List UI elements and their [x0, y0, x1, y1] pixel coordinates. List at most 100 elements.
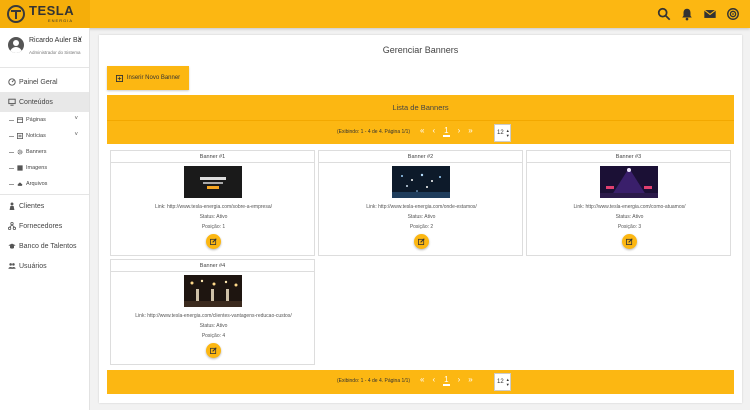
- last-page-button[interactable]: »: [468, 375, 472, 386]
- bell-icon[interactable]: [680, 7, 694, 21]
- first-page-button[interactable]: «: [420, 375, 424, 386]
- per-page-value: 12: [497, 130, 504, 136]
- sidebar-item-talentos[interactable]: Banco de Talentos: [0, 236, 89, 256]
- banner-thumbnail[interactable]: [184, 166, 242, 198]
- main-card: Gerenciar Banners Inserir Novo Banner Li…: [99, 35, 742, 403]
- chevron-down-icon: ˅: [74, 132, 78, 138]
- image-icon: [17, 165, 23, 171]
- sidebar-subitem-label: Arquivos: [26, 181, 48, 187]
- edit-banner-button[interactable]: [206, 343, 221, 358]
- next-page-button[interactable]: ›: [458, 126, 461, 137]
- next-page-button[interactable]: ›: [458, 375, 461, 386]
- sidebar-item-clientes[interactable]: Clientes: [0, 196, 89, 216]
- sidebar-subitem-label: Notícias: [26, 133, 46, 139]
- banner-status: Status: Ativo: [615, 214, 644, 220]
- banner-card: Banner #4 Link: http://www.tesla-energia…: [110, 259, 315, 365]
- prev-page-button[interactable]: ‹: [432, 375, 435, 386]
- sidebar-subitem-arquivos[interactable]: Arquivos: [0, 176, 89, 192]
- banner-card: Banner #2 Link: http://www.tesla-energia…: [318, 150, 523, 256]
- sidebar-item-label: Clientes: [19, 202, 45, 210]
- banner-thumbnail[interactable]: [184, 275, 242, 307]
- prev-page-button[interactable]: ‹: [432, 126, 435, 137]
- sidebar-item-usuarios[interactable]: Usuários: [0, 256, 89, 276]
- edit-banner-button[interactable]: [206, 234, 221, 249]
- user-name: Ricardo Auler Ba: [29, 37, 82, 44]
- mail-icon[interactable]: [703, 7, 717, 21]
- news-icon: [17, 133, 23, 139]
- banner-link: Link: http://www.tesla-energia.com/clien…: [135, 313, 292, 319]
- sidebar-item-fornecedores[interactable]: Fornecedores: [0, 216, 89, 236]
- banner-status: Status: Ativo: [199, 214, 228, 220]
- banner-link: Link: http://www.tesla-energia.com/onde-…: [366, 204, 477, 210]
- banner-thumbnail[interactable]: [600, 166, 658, 198]
- insert-banner-button[interactable]: Inserir Novo Banner: [107, 66, 189, 90]
- edit-banner-button[interactable]: [622, 234, 637, 249]
- select-arrow-icon: ▲ ▼: [505, 377, 510, 387]
- banner-link: Link: http://www.tesla-energia.com/sobre…: [155, 204, 272, 210]
- insert-banner-label: Inserir Novo Banner: [126, 75, 181, 81]
- brand-sub: ENERGIA: [48, 18, 74, 23]
- graduation-cap-icon: [8, 243, 16, 249]
- pagination-info: (Exibindo: 1 - 4 de 4. Página 1/1): [337, 378, 411, 384]
- top-bar: TESLA ENERGIA: [0, 0, 750, 28]
- pagination-top: (Exibindo: 1 - 4 de 4. Página 1/1) « ‹ 1…: [107, 120, 734, 144]
- edit-banner-button[interactable]: [414, 234, 429, 249]
- person-icon: [9, 202, 15, 210]
- last-page-button[interactable]: »: [468, 126, 472, 137]
- new-file-icon: [115, 74, 123, 82]
- banner-position: Posição: 1: [201, 224, 226, 230]
- per-page-select[interactable]: 12 ▲ ▼: [494, 373, 511, 391]
- monitor-icon: [8, 98, 16, 106]
- banner-title: Banner #3: [527, 151, 730, 163]
- banner-status: Status: Ativo: [199, 323, 228, 329]
- sidebar-subitem-imagens[interactable]: Imagens: [0, 160, 89, 176]
- select-arrow-icon: ▲ ▼: [505, 128, 510, 138]
- avatar: [8, 37, 24, 53]
- user-role: Administrador do Sistema: [29, 50, 81, 55]
- list-title: Lista de Banners: [107, 95, 734, 120]
- page-title: Gerenciar Banners: [382, 45, 459, 55]
- sidebar-item-label: Usuários: [19, 262, 47, 270]
- sidebar-subitem-paginas[interactable]: Páginas ˅: [0, 112, 89, 128]
- banner-position: Posição: 2: [409, 224, 434, 230]
- banner-card: Banner #1 Link: http://www.tesla-energia…: [110, 150, 315, 256]
- pagination-info: (Exibindo: 1 - 4 de 4. Página 1/1): [337, 129, 411, 135]
- calendar-icon: [17, 117, 23, 123]
- per-page-value: 12: [497, 379, 504, 385]
- per-page-select[interactable]: 12 ▲ ▼: [494, 124, 511, 142]
- pagination-bottom: (Exibindo: 1 - 4 de 4. Página 1/1) « ‹ 1…: [107, 370, 734, 394]
- cloud-icon: [17, 182, 23, 186]
- banner-thumbnail[interactable]: [392, 166, 450, 198]
- dashboard-icon: [8, 78, 16, 86]
- gear-icon: [17, 149, 23, 155]
- edit-icon: [210, 238, 217, 245]
- sidebar-subitem-noticias[interactable]: Notícias ˅: [0, 128, 89, 144]
- banner-link: Link: http://www.tesla-energia.com/como-…: [573, 204, 686, 210]
- user-panel[interactable]: Ricardo Auler Ba ˅ Administrador do Sist…: [0, 28, 89, 68]
- sidebar-item-painel[interactable]: Painel Geral: [0, 72, 89, 92]
- rss-icon[interactable]: [726, 7, 740, 21]
- sidebar-item-label: Fornecedores: [19, 222, 63, 230]
- search-icon[interactable]: [657, 7, 671, 21]
- logo[interactable]: TESLA ENERGIA: [0, 0, 90, 28]
- banner-title: Banner #2: [319, 151, 522, 163]
- brand-name: TESLA: [29, 3, 75, 18]
- banner-position: Posição: 3: [617, 224, 642, 230]
- tesla-logo-icon: [7, 5, 25, 23]
- current-page-button[interactable]: 1: [443, 375, 450, 386]
- sidebar-item-label: Conteúdos: [19, 98, 53, 106]
- chevron-down-icon[interactable]: ˅: [78, 36, 82, 43]
- first-page-button[interactable]: «: [420, 126, 424, 137]
- banner-status: Status: Ativo: [407, 214, 436, 220]
- sitemap-icon: [8, 222, 16, 230]
- chevron-down-icon: ˅: [74, 116, 78, 122]
- banner-title: Banner #4: [111, 260, 314, 272]
- edit-icon: [626, 238, 633, 245]
- sidebar-subitem-label: Imagens: [26, 165, 48, 171]
- sidebar-subitem-banners[interactable]: Banners: [0, 144, 89, 160]
- sidebar-item-conteudos[interactable]: Conteúdos: [0, 92, 89, 112]
- edit-icon: [418, 238, 425, 245]
- sidebar-subitem-label: Páginas: [26, 117, 46, 123]
- edit-icon: [210, 347, 217, 354]
- current-page-button[interactable]: 1: [443, 126, 450, 137]
